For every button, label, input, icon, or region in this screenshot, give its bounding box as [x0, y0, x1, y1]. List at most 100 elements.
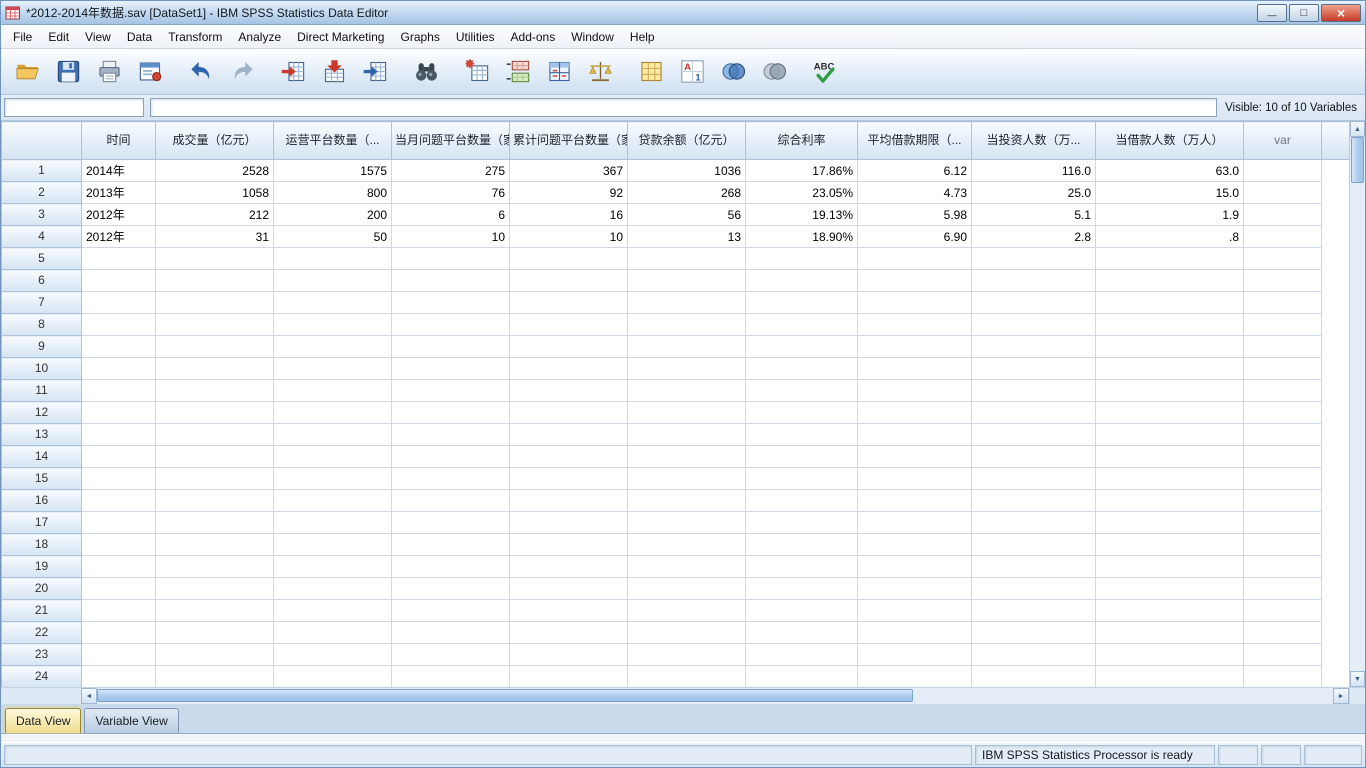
row-header-15[interactable]: 15	[2, 468, 82, 490]
data-cell[interactable]	[628, 644, 746, 666]
data-cell[interactable]	[628, 490, 746, 512]
row-header-24[interactable]: 24	[2, 666, 82, 688]
toolbar-recall-dialogs-button[interactable]	[132, 54, 168, 90]
data-cell[interactable]	[858, 314, 972, 336]
data-cell[interactable]	[274, 358, 392, 380]
data-cell[interactable]	[82, 556, 156, 578]
data-cell[interactable]	[274, 666, 392, 688]
row-header-10[interactable]: 10	[2, 358, 82, 380]
data-cell[interactable]	[1096, 666, 1244, 688]
data-cell[interactable]	[82, 402, 156, 424]
data-cell[interactable]	[858, 666, 972, 688]
data-cell[interactable]	[274, 424, 392, 446]
data-cell[interactable]	[82, 358, 156, 380]
data-cell[interactable]	[972, 622, 1096, 644]
data-cell[interactable]	[274, 292, 392, 314]
data-cell[interactable]	[1244, 666, 1322, 688]
data-cell[interactable]: 13	[628, 226, 746, 248]
data-cell[interactable]	[156, 512, 274, 534]
toolbar-undo-button[interactable]	[183, 54, 219, 90]
data-cell[interactable]	[274, 578, 392, 600]
data-cell[interactable]	[1244, 578, 1322, 600]
data-cell[interactable]: 1.9	[1096, 204, 1244, 226]
data-cell[interactable]	[746, 424, 858, 446]
data-cell[interactable]: 25.0	[972, 182, 1096, 204]
data-cell[interactable]	[1096, 578, 1244, 600]
data-cell[interactable]	[510, 402, 628, 424]
data-cell[interactable]	[510, 336, 628, 358]
data-cell[interactable]	[274, 622, 392, 644]
data-cell[interactable]: 31	[156, 226, 274, 248]
data-cell[interactable]: 2013年	[82, 182, 156, 204]
data-cell[interactable]	[1096, 446, 1244, 468]
menu-item-add-ons[interactable]: Add-ons	[503, 26, 564, 48]
data-cell[interactable]	[156, 402, 274, 424]
data-cell[interactable]	[628, 600, 746, 622]
cell-reference-box[interactable]	[4, 98, 144, 117]
toolbar-open-data-button[interactable]	[9, 54, 45, 90]
data-cell[interactable]	[746, 336, 858, 358]
data-cell[interactable]	[858, 402, 972, 424]
data-cell[interactable]	[972, 248, 1096, 270]
data-cell[interactable]	[156, 314, 274, 336]
data-cell[interactable]	[1096, 402, 1244, 424]
data-cell[interactable]	[628, 270, 746, 292]
data-cell[interactable]	[858, 358, 972, 380]
data-cell[interactable]	[972, 490, 1096, 512]
data-cell[interactable]	[628, 248, 746, 270]
data-cell[interactable]	[82, 534, 156, 556]
data-cell[interactable]	[1244, 600, 1322, 622]
data-cell[interactable]	[274, 314, 392, 336]
row-header-22[interactable]: 22	[2, 622, 82, 644]
data-cell[interactable]	[274, 402, 392, 424]
scroll-left-icon[interactable]	[81, 688, 97, 704]
column-header-1[interactable]: 时间	[82, 122, 156, 160]
data-cell[interactable]: 10	[392, 226, 510, 248]
grid-corner-cell[interactable]	[2, 122, 82, 160]
data-cell[interactable]	[1244, 424, 1322, 446]
column-header-3[interactable]: 运营平台数量（...	[274, 122, 392, 160]
toolbar-find-button[interactable]	[408, 54, 444, 90]
data-cell[interactable]: 5.1	[972, 204, 1096, 226]
data-cell[interactable]	[1096, 248, 1244, 270]
data-cell[interactable]	[82, 666, 156, 688]
data-cell[interactable]	[510, 314, 628, 336]
data-cell[interactable]	[510, 424, 628, 446]
data-cell[interactable]	[274, 490, 392, 512]
data-cell[interactable]: 23.05%	[746, 182, 858, 204]
column-header-4[interactable]: 当月问题平台数量（家）	[392, 122, 510, 160]
data-cell[interactable]	[156, 578, 274, 600]
data-cell[interactable]	[858, 248, 972, 270]
data-cell[interactable]: 17.86%	[746, 160, 858, 182]
data-cell[interactable]	[972, 578, 1096, 600]
tab-variable-view[interactable]: Variable View	[84, 708, 178, 733]
column-header-11[interactable]: var	[1244, 122, 1322, 160]
menu-item-transform[interactable]: Transform	[160, 26, 230, 48]
data-cell[interactable]	[628, 666, 746, 688]
data-cell[interactable]	[82, 314, 156, 336]
data-cell[interactable]: 19.13%	[746, 204, 858, 226]
data-cell[interactable]	[510, 446, 628, 468]
data-cell[interactable]	[858, 468, 972, 490]
toolbar-print-button[interactable]	[91, 54, 127, 90]
data-cell[interactable]	[392, 380, 510, 402]
data-cell[interactable]	[82, 248, 156, 270]
data-cell[interactable]	[972, 358, 1096, 380]
scroll-right-icon[interactable]	[1333, 688, 1349, 704]
data-cell[interactable]	[746, 358, 858, 380]
row-header-17[interactable]: 17	[2, 512, 82, 534]
toolbar-show-all-variables-button[interactable]	[756, 54, 792, 90]
data-cell[interactable]	[82, 380, 156, 402]
data-cell[interactable]	[156, 358, 274, 380]
data-cell[interactable]	[1244, 204, 1322, 226]
data-cell[interactable]	[858, 336, 972, 358]
toolbar-save-button[interactable]	[50, 54, 86, 90]
data-cell[interactable]	[82, 512, 156, 534]
data-cell[interactable]	[82, 578, 156, 600]
data-cell[interactable]	[392, 446, 510, 468]
data-cell[interactable]	[746, 600, 858, 622]
data-cell[interactable]	[156, 600, 274, 622]
data-cell[interactable]	[858, 270, 972, 292]
data-cell[interactable]	[156, 622, 274, 644]
data-cell[interactable]	[858, 600, 972, 622]
